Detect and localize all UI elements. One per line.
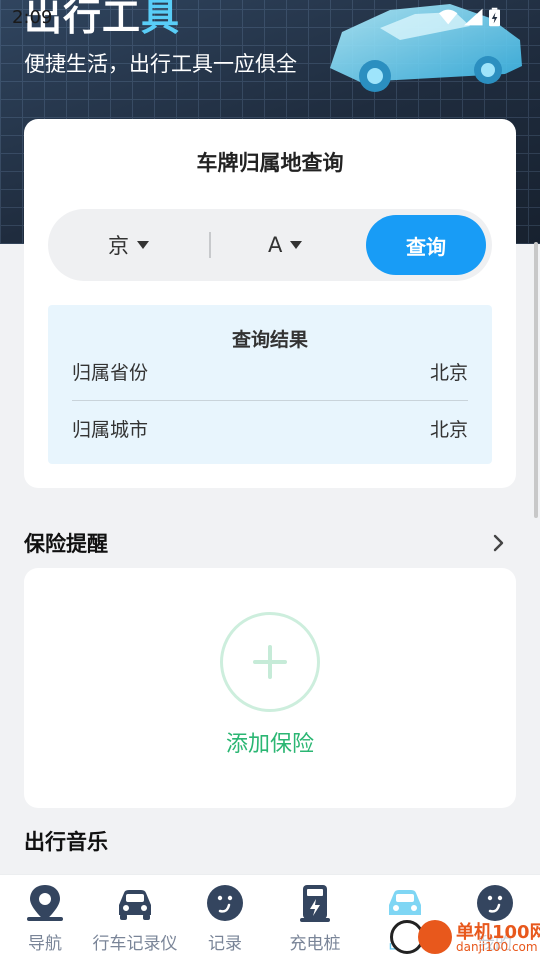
status-time: 2:09 [12, 7, 53, 28]
result-value: 北京 [429, 362, 468, 384]
plate-query-title: 车牌归属地查询 [196, 151, 344, 175]
dropdown-triangle-icon [137, 241, 149, 249]
plate-selector-bar: 京 A 查询 [48, 209, 492, 281]
result-divider [72, 400, 468, 401]
result-row-city: 归属城市 北京 [72, 415, 468, 442]
charging-pile-icon [300, 885, 330, 922]
result-label: 归属城市 [72, 419, 149, 441]
car-icon [119, 890, 151, 920]
query-result-box: 查询结果 归属省份 北京 归属城市 北京 [48, 305, 492, 464]
add-insurance-label[interactable]: 添加保险 [24, 726, 516, 758]
dropdown-triangle-icon [290, 241, 303, 249]
result-value: 北京 [429, 419, 468, 441]
tab-label: 行车记录仪 [92, 934, 178, 954]
watermark: 单机100网 danji100.com [390, 916, 540, 960]
tab-records[interactable]: 记录 [180, 875, 270, 960]
insurance-section-title: 保险提醒 [24, 532, 108, 556]
tab-label: 导航 [28, 934, 62, 954]
tab-navigation[interactable]: 导航 [0, 875, 90, 960]
query-button[interactable]: 查询 [366, 215, 486, 275]
letter-selector[interactable]: A [268, 209, 303, 281]
page-subtitle: 便捷生活，出行工具一应俱全 [24, 52, 297, 76]
chevron-right-icon[interactable] [488, 533, 508, 553]
letter-value: A [268, 233, 283, 257]
add-insurance-icon[interactable] [220, 612, 320, 712]
tab-label: 记录 [208, 934, 242, 954]
result-title: 查询结果 [231, 329, 308, 351]
watermark-domain: danji100.com [456, 940, 538, 954]
plate-query-card: 车牌归属地查询 京 A 查询 查询结果 归属省份 北京 归属城市 北京 [24, 119, 516, 488]
province-selector[interactable]: 京 [108, 209, 149, 281]
tab-label: 充电桩 [289, 934, 341, 954]
scrollbar-thumb[interactable] [534, 242, 538, 518]
watermark-logo-icon [418, 920, 452, 954]
location-pin-icon [27, 885, 63, 921]
battery-icon [488, 7, 500, 27]
status-icons [438, 7, 500, 27]
signal-icon [464, 8, 483, 26]
wifi-icon [438, 9, 458, 25]
page-title-accent: 具 [141, 0, 181, 39]
insurance-card: 添加保险 [24, 568, 516, 808]
tab-charging[interactable]: 充电桩 [270, 875, 360, 960]
tab-dashcam[interactable]: 行车记录仪 [90, 875, 180, 960]
result-row-province: 归属省份 北京 [72, 358, 468, 385]
selector-divider [209, 232, 211, 258]
province-value: 京 [108, 234, 129, 258]
music-section-title: 出行音乐 [24, 830, 108, 854]
result-label: 归属省份 [72, 362, 149, 384]
face-icon [207, 885, 243, 921]
